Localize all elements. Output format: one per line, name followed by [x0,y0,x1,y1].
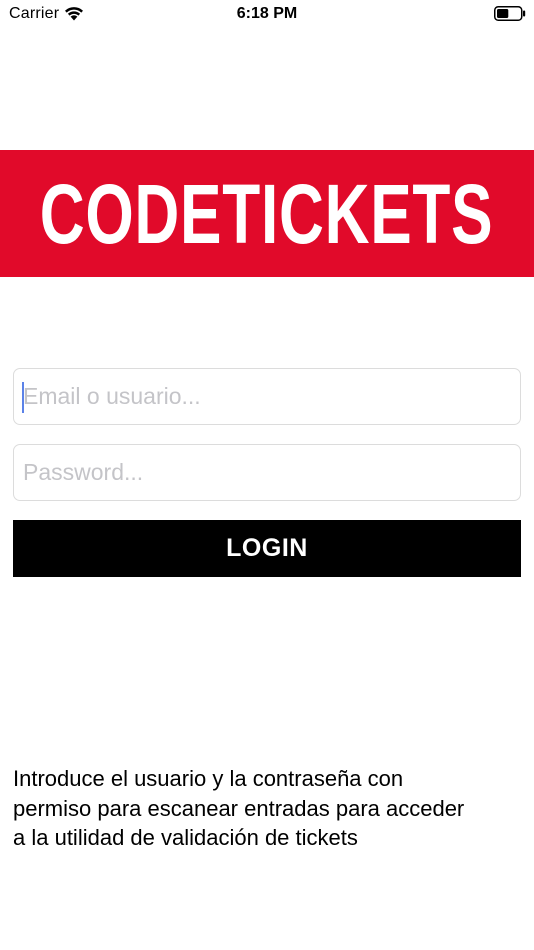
text-caret [22,382,24,413]
battery-level [497,9,509,18]
help-line: Introduce el usuario y la contraseña con [13,766,404,791]
battery-icon [494,6,526,21]
brand-logo-text: CODETICKETS [40,166,494,261]
password-field[interactable] [13,444,521,501]
status-bar: Carrier 6:18 PM [0,0,534,28]
login-help-text: Introduce el usuario y la contraseña con… [13,764,528,853]
login-button[interactable]: LOGIN [13,520,521,577]
help-line: a la utilidad de validación de tickets [13,825,358,850]
help-line: permiso para escanear entradas para acce… [13,795,465,821]
clock-time: 6:18 PM [236,5,298,22]
brand-banner: CODETICKETS [0,150,534,277]
email-field[interactable] [13,368,521,425]
